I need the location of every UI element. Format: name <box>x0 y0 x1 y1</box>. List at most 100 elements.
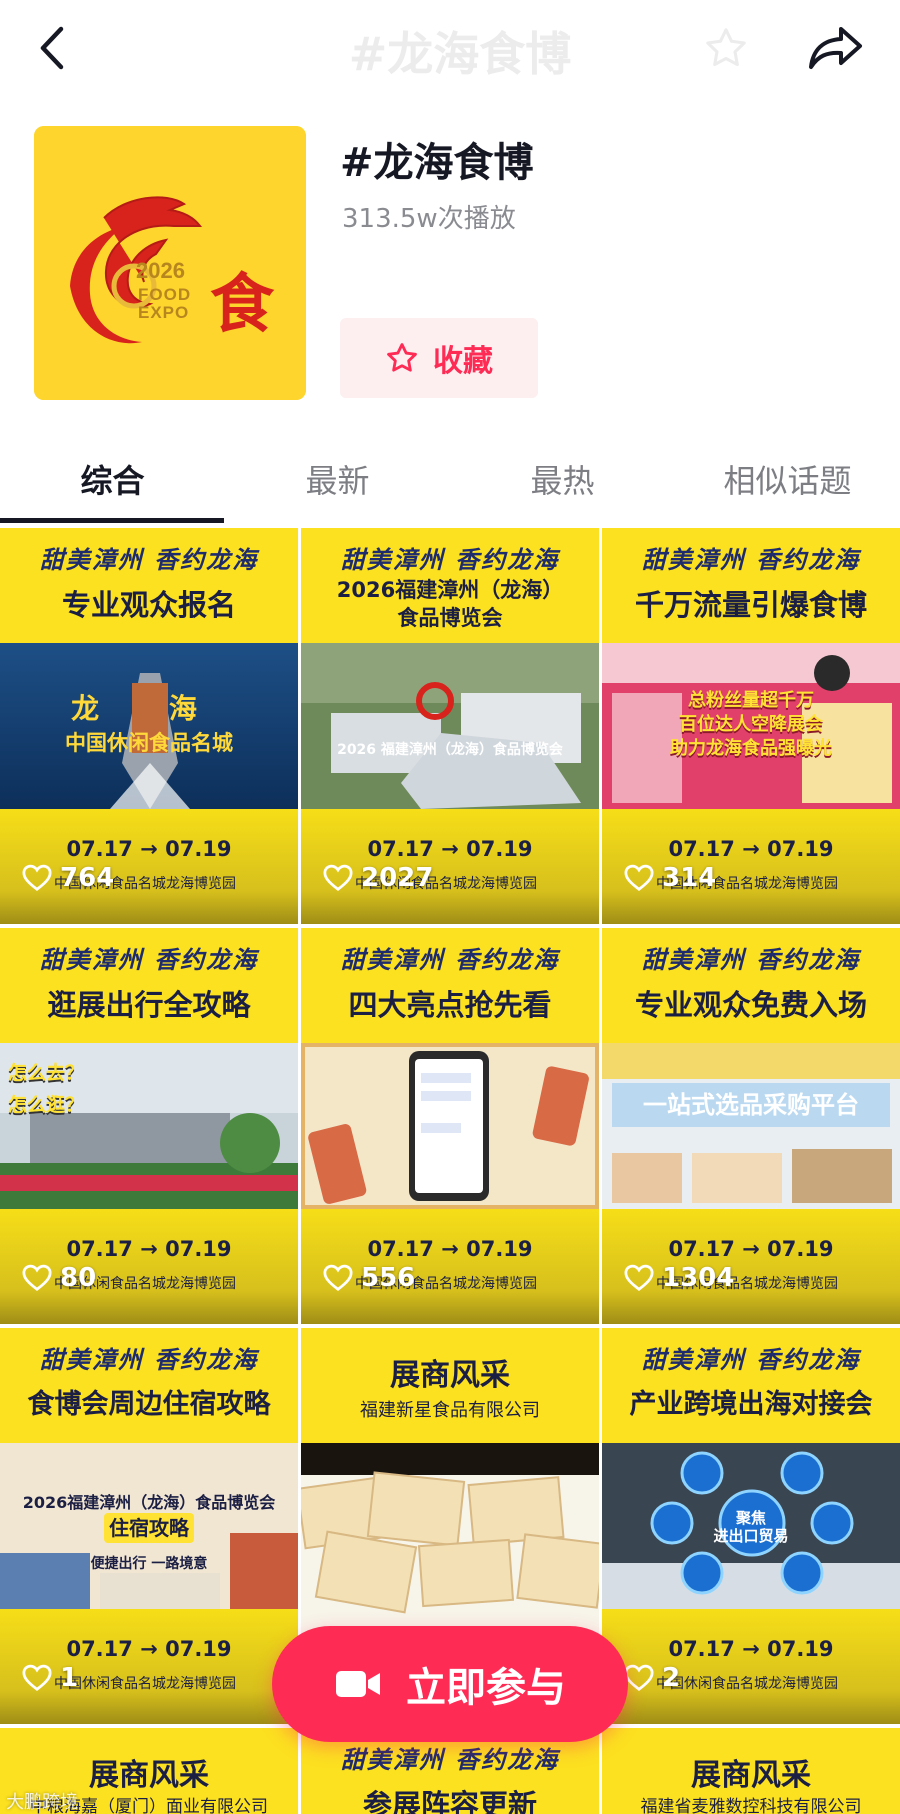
topic-cover-image: 2026 FOOD EXPO 食 <box>34 126 306 400</box>
card-headline: 千万流量引爆食博 <box>634 588 867 622</box>
card-slogan: 甜美漳州 香约龙海 <box>340 946 560 974</box>
star-outline-icon <box>706 28 746 67</box>
card-exhibitor-name: 福建新星食品有限公司 <box>360 1400 540 1421</box>
card-dates: 07.17 → 07.19 <box>66 837 232 861</box>
card-slogan: 甜美漳州 香约龙海 <box>39 946 259 974</box>
card-thumbnail: 怎么去？ 怎么逛？ <box>0 1043 298 1209</box>
card-slogan: 甜美漳州 香约龙海 <box>39 546 259 574</box>
card-thumbnail: 龙 海 中国休闲食品名城 <box>0 643 298 809</box>
card-headline: 2026福建漳州（龙海） 食品博览会 <box>336 578 564 630</box>
card-headline: 展商风采 <box>390 1358 510 1393</box>
video-card[interactable]: 甜美漳州 香约龙海 产业跨境出海对接会 聚焦 进出口贸易 07.17 → 07.… <box>602 1328 900 1724</box>
card-overlay-text: 龙 海 <box>71 692 227 725</box>
video-camera-icon <box>336 1671 380 1697</box>
chevron-left-icon <box>40 26 64 70</box>
topic-title: #龙海食博 <box>340 140 534 186</box>
topic-play-count: 313.5w次播放 <box>342 204 516 234</box>
card-thumbnail: 一站式选品采购平台 <box>602 1043 900 1209</box>
like-count: 764 <box>60 863 115 893</box>
heart-icon <box>22 1264 52 1291</box>
favorite-star-button[interactable] <box>696 18 756 78</box>
favorite-button[interactable]: 收藏 <box>340 318 538 398</box>
card-slogan: 甜美漳州 香约龙海 <box>340 546 560 574</box>
card-slogan: 甜美漳州 香约龙海 <box>39 1346 259 1374</box>
card-likes: 80 <box>22 1263 96 1293</box>
heart-icon <box>624 1264 654 1291</box>
like-count: 80 <box>60 1263 97 1293</box>
tab-comprehensive[interactable]: 综合 <box>0 446 225 526</box>
video-card[interactable]: 甜美漳州 香约龙海 2026福建漳州（龙海） 食品博览会 2026 福建漳州（龙… <box>301 528 599 924</box>
card-headline: 四大亮点抢先看 <box>348 988 552 1022</box>
svg-text:FOOD: FOOD <box>138 285 191 304</box>
card-headline: 产业跨境出海对接会 <box>629 1389 873 1420</box>
card-likes: 764 <box>22 863 114 893</box>
video-card[interactable]: 甜美漳州 香约龙海 千万流量引爆食博 总粉丝量超千万 百位达人空降展会 助力龙海… <box>602 528 900 924</box>
card-slogan: 甜美漳州 香约龙海 <box>340 1746 560 1774</box>
card-dates: 07.17 → 07.19 <box>668 1637 834 1661</box>
header-ghost-title: #龙海食博 <box>348 27 572 81</box>
share-arrow-icon <box>809 27 862 69</box>
card-thumbnail: 2026 福建漳州（龙海）食品博览会 <box>301 643 599 809</box>
card-dates: 07.17 → 07.19 <box>367 1237 533 1261</box>
video-card[interactable]: 甜美漳州 香约龙海 食博会周边住宿攻略 2026福建漳州（龙海）食品博览会 住宿… <box>0 1328 298 1724</box>
like-count: 314 <box>662 863 717 893</box>
like-count: 556 <box>361 1263 416 1293</box>
card-likes: 556 <box>323 1263 415 1293</box>
card-headline: 专业观众免费入场 <box>634 988 867 1022</box>
heart-icon <box>624 1664 654 1691</box>
tab-latest[interactable]: 最新 <box>225 446 450 526</box>
like-count: 2 <box>662 1663 681 1693</box>
card-thumbnail: 总粉丝量超千万 百位达人空降展会 助力龙海食品强曝光 <box>602 643 900 809</box>
share-button[interactable] <box>806 18 866 78</box>
card-likes: 2027 <box>323 863 433 893</box>
watermark: 大鹏跨境 <box>6 1792 78 1813</box>
card-likes: 314 <box>624 863 716 893</box>
card-headline: 食博会周边住宿攻略 <box>27 1389 271 1420</box>
tab-hottest[interactable]: 最热 <box>450 446 675 526</box>
participate-button[interactable]: 立即参与 <box>272 1626 628 1742</box>
topic-tabs: 综合 最新 最热 相似话题 <box>0 446 900 526</box>
star-icon <box>387 343 417 372</box>
card-thumbnail <box>301 1043 599 1209</box>
active-tab-indicator <box>0 518 224 523</box>
card-likes: 2 <box>624 1663 680 1693</box>
heart-icon <box>22 1664 52 1691</box>
card-headline: 参展阵容更新 <box>362 1788 537 1814</box>
card-dates: 07.17 → 07.19 <box>367 837 533 861</box>
heart-icon <box>624 864 654 891</box>
participate-label: 立即参与 <box>406 1665 566 1711</box>
video-card[interactable]: 甜美漳州 香约龙海 四大亮点抢先看 07.17 → 07.19 中国休闲食品名城… <box>301 928 599 1324</box>
card-slogan: 甜美漳州 香约龙海 <box>641 546 861 574</box>
heart-icon <box>22 864 52 891</box>
card-headline: 专业观众报名 <box>61 588 236 622</box>
card-exhibitor-name: 福建省麦雅数控科技有限公司 <box>640 1797 862 1814</box>
card-overlay-text: 中国休闲食品名城 <box>65 731 233 755</box>
video-card[interactable]: 甜美漳州 香约龙海 专业观众报名 龙 海 中国休闲食品名城 07.17 → 07… <box>0 528 298 924</box>
card-overlay-text: 总粉丝量超千万 百位达人空降展会 助力龙海食品强曝光 <box>670 690 832 759</box>
tab-similar-topics[interactable]: 相似话题 <box>675 446 900 526</box>
logo-char: 食 <box>210 267 275 342</box>
video-card[interactable]: 展商风采 福建省麦雅数控科技有限公司 <box>602 1728 900 1814</box>
card-venue: 中国休闲食品名城龙海博览园 <box>54 1676 236 1692</box>
favorite-label: 收藏 <box>433 344 493 379</box>
svg-text:2026: 2026 <box>136 258 185 283</box>
card-overlay-text: 住宿攻略 <box>104 1513 194 1543</box>
video-card[interactable]: 甜美漳州 香约龙海 专业观众免费入场 一站式选品采购平台 07.17 → 07.… <box>602 928 900 1324</box>
card-dates: 07.17 → 07.19 <box>668 1237 834 1261</box>
card-headline: 逛展出行全攻略 <box>47 988 251 1022</box>
food-expo-logo: 2026 FOOD EXPO 食 <box>34 126 306 400</box>
card-overlay-text: 便捷出行 一路境意 <box>90 1556 208 1572</box>
card-dates: 07.17 → 07.19 <box>66 1637 232 1661</box>
card-slogan: 甜美漳州 香约龙海 <box>641 1346 861 1374</box>
card-likes: 1 <box>22 1663 78 1693</box>
card-overlay-text: 一站式选品采购平台 <box>612 1083 890 1127</box>
card-slogan: 甜美漳州 香约龙海 <box>641 946 861 974</box>
like-count: 1 <box>60 1663 79 1693</box>
card-thumbnail: 2026福建漳州（龙海）食品博览会 住宿攻略 便捷出行 一路境意 <box>0 1443 298 1609</box>
card-thumbnail: 聚焦 进出口贸易 <box>602 1443 900 1609</box>
back-button[interactable] <box>22 18 82 78</box>
card-headline: 展商风采 <box>691 1758 811 1793</box>
video-card[interactable]: 甜美漳州 香约龙海 逛展出行全攻略 怎么去？ 怎么逛？ 07.17 → 07.1… <box>0 928 298 1324</box>
card-overlay-text: 2026 福建漳州（龙海）食品博览会 <box>337 742 563 758</box>
card-dates: 07.17 → 07.19 <box>668 837 834 861</box>
